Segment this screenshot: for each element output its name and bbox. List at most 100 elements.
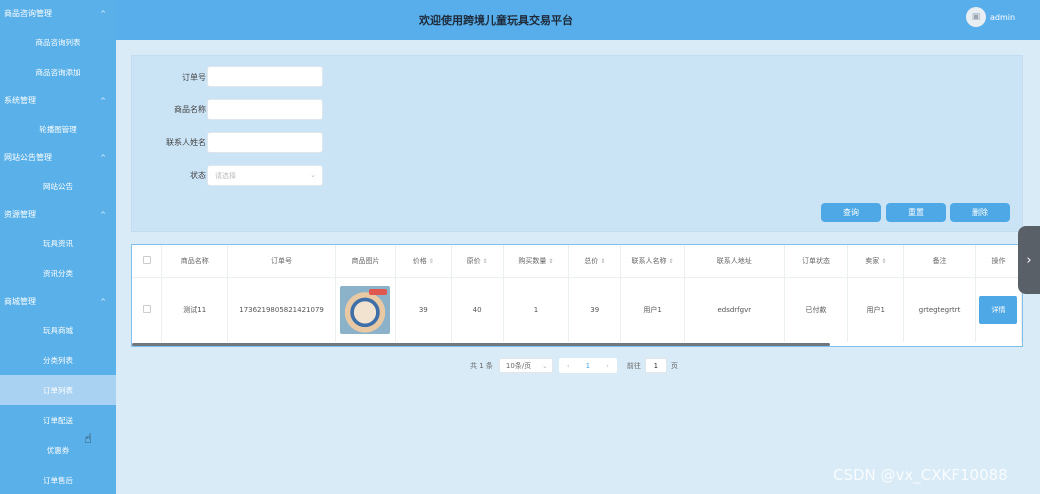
column-header-label: 操作 [991, 256, 1006, 265]
delete-button[interactable]: 删除 [950, 203, 1010, 222]
column-header-label: 商品图片 [351, 256, 380, 265]
cell-product-image [335, 277, 396, 342]
status-placeholder: 请选择 [215, 171, 236, 180]
pointer-cursor-icon: ☝ [84, 432, 92, 447]
sidebar-group-label: 资源管理 [4, 210, 36, 219]
page-size-select[interactable]: 10条/页 ⌄ [498, 358, 553, 373]
page-size-value: 10条/页 [505, 361, 532, 370]
sidebar-item[interactable]: 轮播图管理 [0, 114, 116, 144]
image-icon: ▣ [971, 12, 981, 22]
order-no-input[interactable] [207, 66, 323, 87]
status-select[interactable]: 请选择 ⌄ [207, 165, 323, 186]
column-header-label: 订单号 [271, 256, 293, 265]
cell-total: 39 [568, 277, 622, 342]
chevron-down-icon: ⌄ [310, 171, 316, 179]
sort-icon[interactable]: ⇕ [600, 258, 605, 265]
reset-button[interactable]: 重置 [886, 203, 946, 222]
cell-contact-address: edsdrfgvr [684, 277, 785, 342]
sidebar-group-label: 商品咨询管理 [4, 9, 52, 18]
column-header-label: 卖家 [865, 256, 880, 265]
orders-table-panel: 商品名称 订单号 商品图片 价格 ⇕ 原价 ⇕ 购买数量 ⇕ 总价 ⇕ 联系人名称 ⇕ 联系人地址 订单状态… [131, 244, 1023, 347]
detail-button[interactable]: 详情 [979, 295, 1018, 324]
next-page-icon[interactable]: › [606, 362, 609, 370]
th-seller[interactable]: 卖家 ⇕ [847, 245, 905, 278]
sort-icon[interactable]: ⇕ [881, 258, 886, 265]
page-nav: ‹ 1 › [558, 358, 617, 373]
sidebar-item[interactable]: 订单配送 [0, 405, 116, 435]
contact-name-row: 联系人姓名 [132, 132, 206, 153]
sidebar-item[interactable]: 资讯分类 [0, 258, 116, 288]
chevron-up-icon: ^ [100, 9, 106, 18]
goto-page-input[interactable]: 1 [644, 358, 667, 373]
sidebar-group-label: 商城管理 [4, 297, 36, 306]
chevron-down-icon: ⌄ [542, 361, 548, 370]
sidebar-item[interactable]: 订单售后 [0, 465, 116, 494]
sidebar-group[interactable]: 商品咨询管理 ^ [0, 0, 116, 27]
current-page[interactable]: 1 [586, 362, 590, 370]
th-quantity[interactable]: 购买数量 ⇕ [503, 245, 570, 278]
th-order-no: 订单号 [227, 245, 336, 278]
th-order-status: 订单状态 [784, 245, 849, 278]
row-checkbox[interactable] [142, 304, 151, 313]
cell-actions: 详情 [975, 277, 1022, 342]
th-contact-name[interactable]: 联系人名称 ⇕ [620, 245, 685, 278]
th-product-image: 商品图片 [335, 245, 396, 278]
th-total[interactable]: 总价 ⇕ [568, 245, 622, 278]
sidebar-item[interactable]: 玩具资讯 [0, 228, 116, 258]
cell-product-name: 测试11 [161, 277, 229, 342]
sidebar-group[interactable]: 资源管理 ^ [0, 201, 116, 228]
sort-icon[interactable]: ⇕ [483, 258, 488, 265]
sidebar-group-label: 网站公告管理 [4, 153, 52, 162]
chevron-up-icon: ^ [100, 153, 106, 162]
sort-icon[interactable]: ⇕ [429, 258, 434, 265]
product-name-row: 商品名称 [132, 99, 206, 120]
product-name-input[interactable] [207, 99, 323, 120]
avatar[interactable]: ▣ [966, 7, 986, 27]
column-header-label: 总价 [584, 256, 599, 265]
sidebar-group[interactable]: 网站公告管理 ^ [0, 144, 116, 171]
chevron-right-icon: › [1026, 252, 1032, 268]
sidebar-item[interactable]: 分类列表 [0, 345, 116, 375]
chevron-up-icon: ^ [100, 96, 106, 105]
th-original-price[interactable]: 原价 ⇕ [451, 245, 504, 278]
sidebar-item[interactable]: 网站公告 [0, 171, 116, 201]
search-panel: 订单号 商品名称 联系人姓名 状态 请选择 ⌄ 查询 重置 删除 [131, 55, 1023, 232]
product-name-label: 商品名称 [174, 105, 206, 114]
user-name[interactable]: admin [990, 13, 1015, 22]
horizontal-scrollbar[interactable] [132, 343, 830, 346]
sidebar-item[interactable]: 商品咨询列表 [0, 27, 116, 57]
cell-original-price: 40 [451, 277, 504, 342]
sidebar-item[interactable]: 商品咨询添加 [0, 57, 116, 87]
watermark: CSDN @vx_CXKF10088 [833, 466, 1008, 484]
sidebar-item[interactable]: 订单列表 [0, 375, 116, 405]
top-bar: 欢迎使用跨境儿童玩具交易平台 ▣ admin [116, 0, 1040, 40]
th-contact-address: 联系人地址 [684, 245, 785, 278]
sidebar-item[interactable]: 优惠券 [0, 435, 116, 465]
column-header-label: 订单状态 [801, 256, 830, 265]
row-select-cell[interactable] [132, 277, 163, 342]
select-all-cell[interactable] [132, 245, 163, 278]
sidebar-group[interactable]: 系统管理 ^ [0, 87, 116, 114]
contact-name-label: 联系人姓名 [166, 138, 206, 147]
page-title: 欢迎使用跨境儿童玩具交易平台 [419, 14, 573, 27]
sidebar-item[interactable]: 玩具商城 [0, 315, 116, 345]
th-product-name: 商品名称 [161, 245, 229, 278]
goto-prefix: 前往 [626, 361, 641, 370]
orders-table: 商品名称 订单号 商品图片 价格 ⇕ 原价 ⇕ 购买数量 ⇕ 总价 ⇕ 联系人名称 ⇕ 联系人地址 订单状态… [132, 245, 1022, 342]
column-header-label: 价格 [412, 256, 427, 265]
cell-price: 39 [395, 277, 452, 342]
sort-icon[interactable]: ⇕ [669, 258, 674, 265]
column-header-label: 原价 [466, 256, 481, 265]
column-header-label: 联系人地址 [716, 256, 752, 265]
column-header-label: 联系人名称 [631, 256, 667, 265]
th-price[interactable]: 价格 ⇕ [395, 245, 452, 278]
contact-name-input[interactable] [207, 132, 323, 153]
prev-page-icon[interactable]: ‹ [567, 362, 570, 370]
collapse-panel-tab[interactable]: › [1018, 226, 1040, 294]
select-all-checkbox[interactable] [142, 255, 151, 264]
th-remark: 备注 [903, 245, 976, 278]
sort-icon[interactable]: ⇕ [548, 258, 553, 265]
query-button[interactable]: 查询 [821, 203, 881, 222]
sidebar-group[interactable]: 商城管理 ^ [0, 288, 116, 315]
product-thumbnail[interactable] [340, 285, 391, 334]
